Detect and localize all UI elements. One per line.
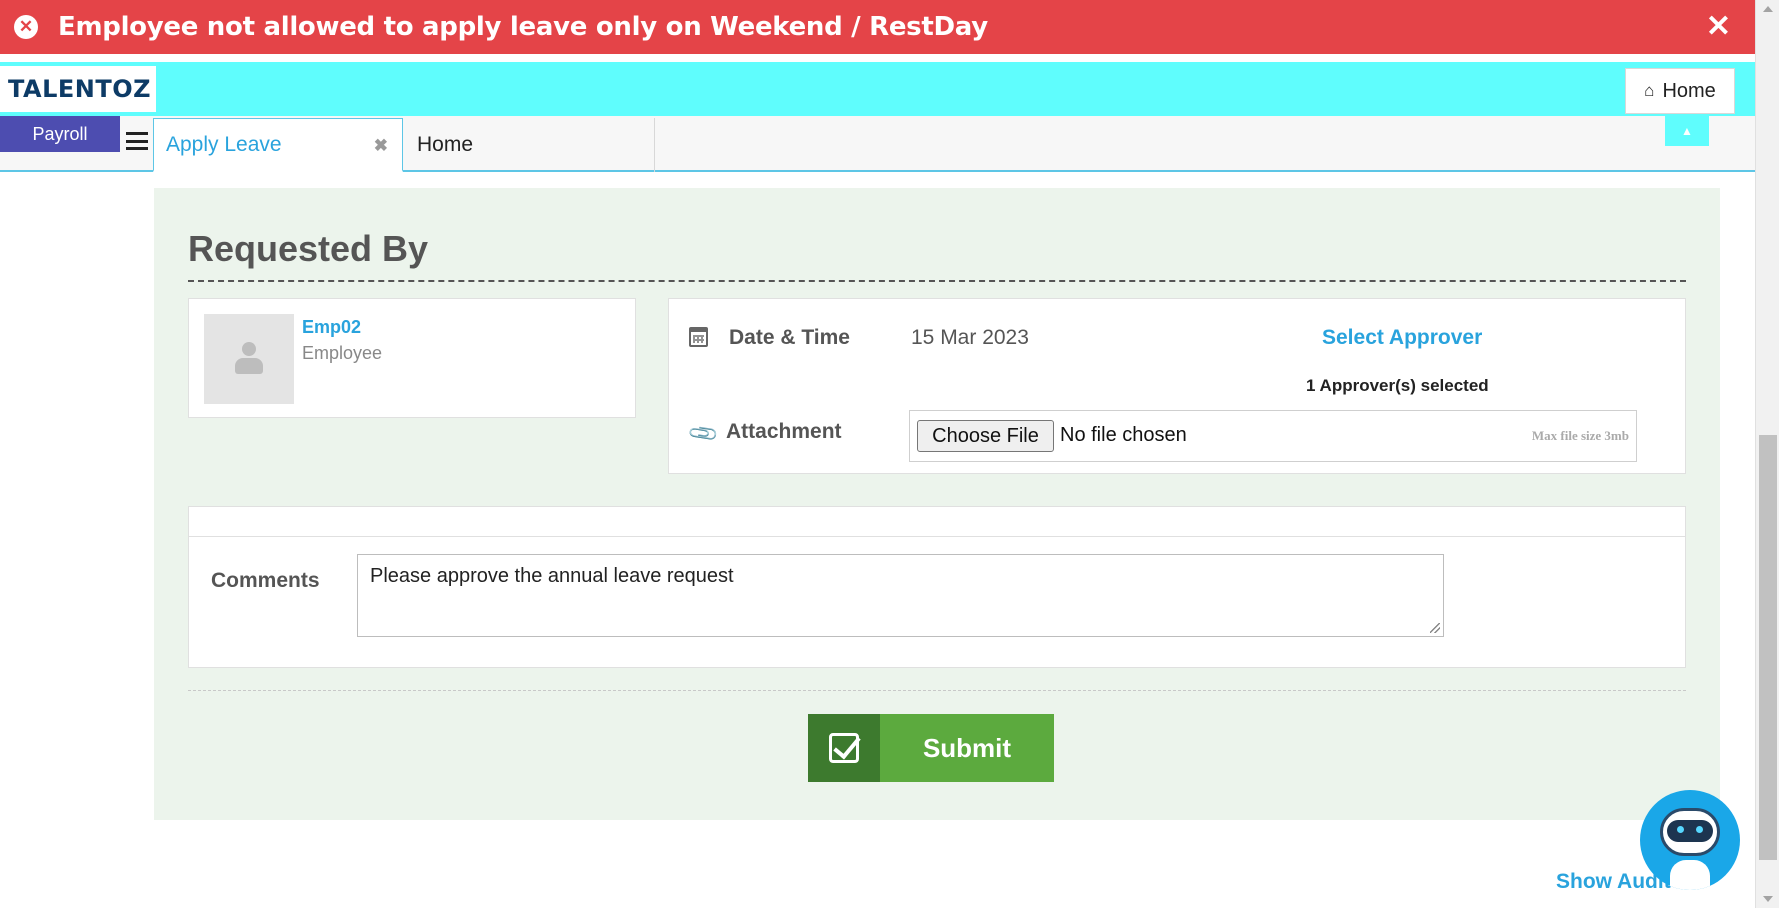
date-time-label: Date & Time bbox=[729, 326, 850, 349]
toast-message: Employee not allowed to apply leave only… bbox=[58, 12, 988, 42]
scroll-down-icon[interactable] bbox=[1763, 896, 1773, 902]
checkbox-icon bbox=[808, 714, 880, 782]
attachment-label: Attachment bbox=[726, 420, 842, 443]
tab-home[interactable]: Home bbox=[403, 118, 655, 172]
tab-apply-leave[interactable]: Apply Leave ✖ bbox=[153, 118, 403, 172]
error-circle-icon: ✕ bbox=[14, 15, 38, 39]
module-payroll[interactable]: Payroll bbox=[0, 116, 120, 152]
date-time-value: 15 Mar 2023 bbox=[911, 326, 1029, 349]
form-divider bbox=[188, 690, 1686, 691]
close-icon[interactable]: ✕ bbox=[1706, 12, 1731, 42]
comments-card-header bbox=[189, 507, 1685, 537]
file-upload-field: Choose File No file chosen Max file size… bbox=[909, 410, 1637, 462]
tab-home-label: Home bbox=[417, 133, 474, 156]
comments-textarea[interactable]: Please approve the annual leave request bbox=[357, 554, 1444, 637]
hamburger-menu-icon[interactable] bbox=[126, 132, 148, 150]
home-icon: ⌂ bbox=[1644, 81, 1655, 100]
comments-card: Comments Please approve the annual leave… bbox=[188, 506, 1686, 668]
home-button-label: Home bbox=[1662, 79, 1716, 102]
error-toast: ✕ Employee not allowed to apply leave on… bbox=[0, 0, 1755, 54]
comments-label: Comments bbox=[211, 569, 320, 592]
paperclip-icon: 📎 bbox=[687, 417, 721, 451]
select-approver-link[interactable]: Select Approver bbox=[1322, 326, 1482, 350]
file-size-hint: Max file size 3mb bbox=[1531, 428, 1629, 443]
employee-name[interactable]: Emp02 bbox=[302, 317, 361, 338]
title-divider bbox=[188, 280, 1686, 282]
chatbot-icon[interactable] bbox=[1640, 790, 1740, 890]
home-button[interactable]: ⌂ Home bbox=[1625, 68, 1735, 114]
talentoz-logo[interactable]: TALENTOZ bbox=[0, 66, 156, 112]
tab-close-icon[interactable]: ✖ bbox=[374, 136, 388, 156]
collapse-up-icon[interactable]: ▲ bbox=[1665, 116, 1709, 146]
page-scrollbar[interactable] bbox=[1755, 0, 1779, 908]
logo-text: TALENTOZ bbox=[8, 75, 152, 103]
approver-count: 1 Approver(s) selected bbox=[1306, 376, 1489, 395]
comments-text: Please approve the annual leave request bbox=[370, 565, 734, 587]
employee-card: Emp02 Employee bbox=[188, 298, 636, 418]
scroll-up-icon[interactable] bbox=[1763, 6, 1773, 12]
leave-form-panel: Requested By Emp02 Employee Date & Time … bbox=[154, 188, 1720, 820]
scrollbar-thumb[interactable] bbox=[1759, 435, 1777, 860]
choose-file-button[interactable]: Choose File bbox=[917, 420, 1054, 452]
submit-label: Submit bbox=[880, 714, 1054, 782]
tab-apply-leave-label: Apply Leave bbox=[166, 132, 282, 156]
calendar-icon bbox=[689, 327, 708, 347]
file-status: No file chosen bbox=[1060, 424, 1187, 446]
avatar bbox=[204, 314, 294, 404]
employee-role: Employee bbox=[302, 343, 383, 363]
submit-button[interactable]: Submit bbox=[808, 714, 1054, 782]
tab-bar: Payroll Apply Leave ✖ Home ▲ bbox=[0, 116, 1755, 172]
resize-grip-icon[interactable] bbox=[1430, 623, 1440, 633]
app-header: TALENTOZ ⌂ Home bbox=[0, 62, 1755, 116]
leave-details-card: Date & Time 15 Mar 2023 Select Approver … bbox=[668, 298, 1686, 474]
user-icon bbox=[235, 342, 263, 376]
section-title: Requested By bbox=[188, 228, 429, 269]
